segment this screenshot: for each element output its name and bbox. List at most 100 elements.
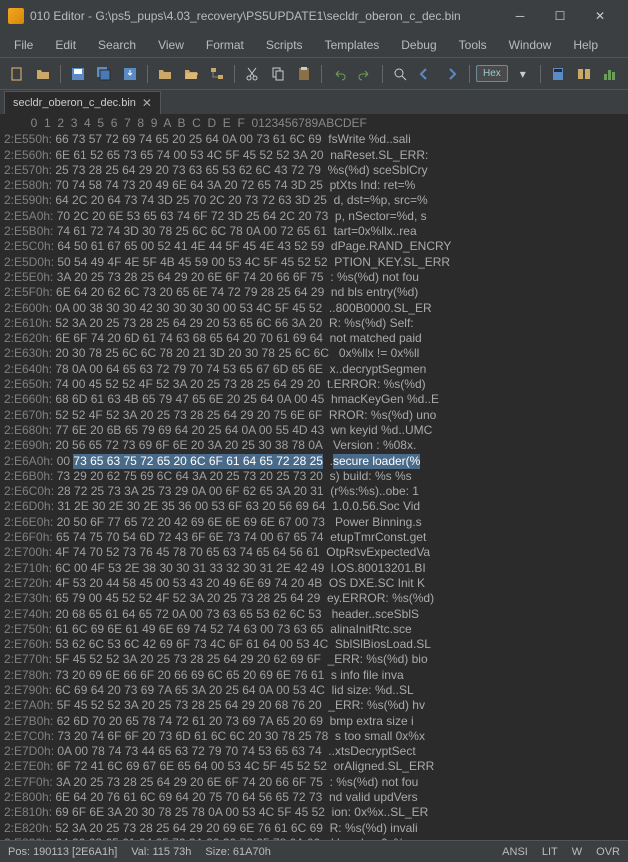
hex-row[interactable]: 2:E6E0h: 20 50 6F 77 65 72 20 42 69 6E 6… (4, 515, 624, 530)
hex-row[interactable]: 2:E820h: 52 3A 20 25 73 28 25 64 29 20 6… (4, 821, 624, 836)
tab-close-icon[interactable]: ✕ (142, 96, 152, 110)
menu-window[interactable]: Window (499, 34, 562, 56)
hex-row[interactable]: 2:E7C0h: 73 20 74 6F 6F 20 73 6D 61 6C 6… (4, 729, 624, 744)
hex-row[interactable]: 2:E7F0h: 3A 20 25 73 28 25 64 29 20 6E 6… (4, 775, 624, 790)
hex-row[interactable]: 2:E650h: 74 00 45 52 52 4F 52 3A 20 25 7… (4, 377, 624, 392)
status-size: Size: 61A70h (205, 846, 270, 858)
menu-file[interactable]: File (4, 34, 43, 56)
hex-row[interactable]: 2:E550h: 66 73 57 72 69 74 65 20 25 64 0… (4, 132, 624, 147)
hex-editor[interactable]: 0 1 2 3 4 5 6 7 8 9 A B C D E F 01234567… (0, 114, 628, 840)
menu-tools[interactable]: Tools (449, 34, 497, 56)
hex-row[interactable]: 2:E790h: 6C 69 64 20 73 69 7A 65 3A 20 2… (4, 683, 624, 698)
save-all-icon[interactable] (93, 63, 115, 85)
window-title: 010 Editor - G:\ps5_pups\4.03_recovery\P… (30, 9, 500, 23)
status-pos: Pos: 190113 [2E6A1h] (8, 846, 117, 858)
hex-row[interactable]: 2:E780h: 73 20 69 6E 66 6F 20 66 69 6C 6… (4, 668, 624, 683)
close-button[interactable]: ✕ (580, 1, 620, 31)
hex-row[interactable]: 2:E6A0h: 00 73 65 63 75 72 65 20 6C 6F 6… (4, 454, 624, 469)
paste-icon[interactable] (293, 63, 315, 85)
tab-label: secldr_oberon_c_dec.bin (13, 97, 136, 109)
hex-row[interactable]: 2:E700h: 4F 74 70 52 73 76 45 78 70 65 6… (4, 545, 624, 560)
find-next-icon[interactable] (441, 63, 463, 85)
hex-row[interactable]: 2:E800h: 6E 64 20 76 61 6C 69 64 20 75 7… (4, 790, 624, 805)
hex-row[interactable]: 2:E660h: 68 6D 61 63 4B 65 79 47 65 6E 2… (4, 392, 624, 407)
status-ovr[interactable]: OVR (596, 846, 620, 858)
hex-row[interactable]: 2:E760h: 53 62 6C 53 6C 42 69 6F 73 4C 6… (4, 637, 624, 652)
hex-row[interactable]: 2:E750h: 61 6C 69 6E 61 49 6E 69 74 52 7… (4, 622, 624, 637)
hex-mode-badge[interactable]: Hex (476, 65, 508, 82)
redo-icon[interactable] (354, 63, 376, 85)
hex-row[interactable]: 2:E710h: 6C 00 4F 53 2E 38 30 30 31 33 3… (4, 561, 624, 576)
hex-row[interactable]: 2:E830h: 64 20 68 65 61 64 65 72 3A 20 3… (4, 836, 624, 840)
hex-row[interactable]: 2:E730h: 65 79 00 45 52 52 4F 52 3A 20 2… (4, 591, 624, 606)
hex-row[interactable]: 2:E6F0h: 65 74 75 70 54 6D 72 43 6F 6E 7… (4, 530, 624, 545)
hex-row[interactable]: 2:E770h: 5F 45 52 52 3A 20 25 73 28 25 6… (4, 652, 624, 667)
hex-row[interactable]: 2:E670h: 52 52 4F 52 3A 20 25 73 28 25 6… (4, 408, 624, 423)
toolbar: Hex ▾ (0, 58, 628, 90)
hex-row[interactable]: 2:E590h: 64 2C 20 64 73 74 3D 25 70 2C 2… (4, 193, 624, 208)
hex-row[interactable]: 2:E5A0h: 70 2C 20 6E 53 65 63 74 6F 72 3… (4, 209, 624, 224)
hex-row[interactable]: 2:E560h: 6E 61 52 65 73 65 74 00 53 4C 5… (4, 148, 624, 163)
save-as-icon[interactable] (119, 63, 141, 85)
status-bar: Pos: 190113 [2E6A1h] Val: 115 73h Size: … (0, 840, 628, 862)
hex-row[interactable]: 2:E5E0h: 3A 20 25 73 28 25 64 29 20 6E 6… (4, 270, 624, 285)
hex-row[interactable]: 2:E5B0h: 74 61 72 74 3D 30 78 25 6C 6C 7… (4, 224, 624, 239)
hex-row[interactable]: 2:E7D0h: 0A 00 78 74 73 44 65 63 72 79 7… (4, 744, 624, 759)
calculator-icon[interactable] (547, 63, 569, 85)
status-encoding[interactable]: ANSI (502, 846, 528, 858)
open-icon[interactable] (32, 63, 54, 85)
dropdown-icon[interactable]: ▾ (512, 63, 534, 85)
status-val: Val: 115 73h (131, 846, 191, 858)
undo-icon[interactable] (328, 63, 350, 85)
hex-row[interactable]: 2:E6B0h: 73 29 20 62 75 69 6C 64 3A 20 2… (4, 469, 624, 484)
title-bar: 010 Editor - G:\ps5_pups\4.03_recovery\P… (0, 0, 628, 32)
save-icon[interactable] (67, 63, 89, 85)
hex-row[interactable]: 2:E690h: 20 56 65 72 73 69 6F 6E 20 3A 2… (4, 438, 624, 453)
hex-row[interactable]: 2:E810h: 69 6F 6E 3A 20 30 78 25 78 0A 0… (4, 805, 624, 820)
menu-format[interactable]: Format (196, 34, 254, 56)
new-icon[interactable] (6, 63, 28, 85)
hex-row[interactable]: 2:E580h: 70 74 58 74 73 20 49 6E 64 3A 2… (4, 178, 624, 193)
compare-icon[interactable] (573, 63, 595, 85)
hex-row[interactable]: 2:E610h: 52 3A 20 25 73 28 25 64 29 20 5… (4, 316, 624, 331)
folder-tree-icon[interactable] (206, 63, 228, 85)
hex-row[interactable]: 2:E630h: 20 30 78 25 6C 6C 78 20 21 3D 2… (4, 346, 624, 361)
find-prev-icon[interactable] (415, 63, 437, 85)
menu-search[interactable]: Search (88, 34, 146, 56)
hex-row[interactable]: 2:E7B0h: 62 6D 70 20 65 78 74 72 61 20 7… (4, 714, 624, 729)
hex-row[interactable]: 2:E640h: 78 0A 00 64 65 63 72 79 70 74 5… (4, 362, 624, 377)
folder-icon[interactable] (154, 63, 176, 85)
hex-row[interactable]: 2:E620h: 6E 6F 74 20 6D 61 74 63 68 65 6… (4, 331, 624, 346)
histogram-icon[interactable] (599, 63, 621, 85)
menu-scripts[interactable]: Scripts (256, 34, 313, 56)
maximize-button[interactable]: ☐ (540, 1, 580, 31)
hex-row[interactable]: 2:E5D0h: 50 54 49 4F 4E 5F 4B 45 59 00 5… (4, 255, 624, 270)
hex-row[interactable]: 2:E5C0h: 64 50 61 67 65 00 52 41 4E 44 5… (4, 239, 624, 254)
hex-row[interactable]: 2:E600h: 0A 00 38 30 30 42 30 30 30 30 0… (4, 301, 624, 316)
column-header: 0 1 2 3 4 5 6 7 8 9 A B C D E F 01234567… (4, 116, 624, 131)
menu-templates[interactable]: Templates (315, 34, 390, 56)
hex-row[interactable]: 2:E6D0h: 31 2E 30 2E 30 2E 35 36 00 53 6… (4, 499, 624, 514)
find-icon[interactable] (389, 63, 411, 85)
status-mode-w[interactable]: W (572, 846, 582, 858)
menu-debug[interactable]: Debug (391, 34, 446, 56)
menu-bar: FileEditSearchViewFormatScriptsTemplates… (0, 32, 628, 58)
status-endian[interactable]: LIT (542, 846, 558, 858)
minimize-button[interactable]: ─ (500, 1, 540, 31)
folder-open-icon[interactable] (180, 63, 202, 85)
hex-row[interactable]: 2:E680h: 77 6E 20 6B 65 79 69 64 20 25 6… (4, 423, 624, 438)
menu-edit[interactable]: Edit (45, 34, 86, 56)
hex-row[interactable]: 2:E720h: 4F 53 20 44 58 45 00 53 43 20 4… (4, 576, 624, 591)
hex-row[interactable]: 2:E570h: 25 73 28 25 64 29 20 73 63 65 5… (4, 163, 624, 178)
cut-icon[interactable] (241, 63, 263, 85)
hex-row[interactable]: 2:E6C0h: 28 72 25 73 3A 25 73 29 0A 00 6… (4, 484, 624, 499)
menu-view[interactable]: View (148, 34, 194, 56)
hex-row[interactable]: 2:E5F0h: 6E 64 20 62 6C 73 20 65 6E 74 7… (4, 285, 624, 300)
file-tab[interactable]: secldr_oberon_c_dec.bin ✕ (4, 91, 161, 114)
menu-help[interactable]: Help (563, 34, 608, 56)
copy-icon[interactable] (267, 63, 289, 85)
hex-row[interactable]: 2:E7E0h: 6F 72 41 6C 69 67 6E 65 64 00 5… (4, 759, 624, 774)
hex-row[interactable]: 2:E7A0h: 5F 45 52 52 3A 20 25 73 28 25 6… (4, 698, 624, 713)
app-icon (8, 8, 24, 24)
hex-row[interactable]: 2:E740h: 20 68 65 61 64 65 72 0A 00 73 6… (4, 607, 624, 622)
